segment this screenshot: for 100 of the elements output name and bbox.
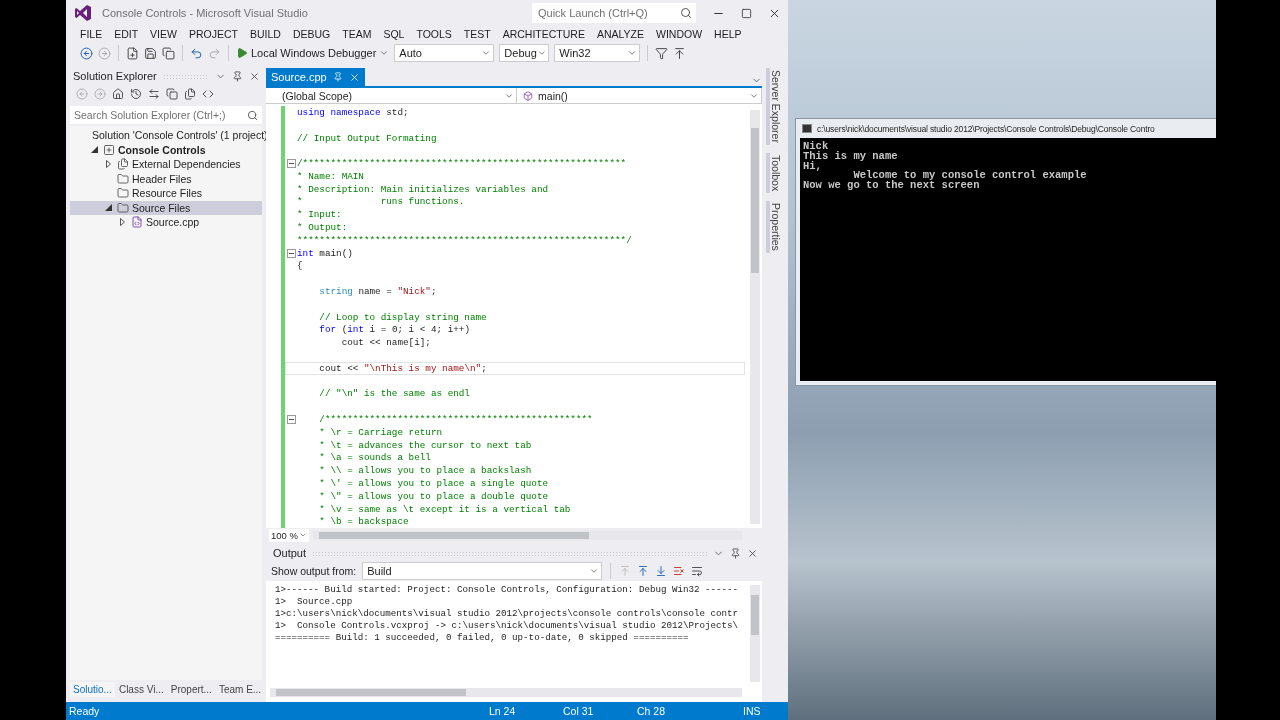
- method-icon: [523, 90, 534, 101]
- caret-icon[interactable]: [481, 48, 492, 58]
- zoom-dropdown[interactable]: 100 %: [269, 528, 309, 542]
- menu-item[interactable]: SQL: [377, 28, 411, 40]
- panel-tab[interactable]: Class Vi...: [115, 681, 167, 697]
- code-line: * \v = same as \t except it is a vertical tab: [318, 503, 571, 515]
- code-line: // "\n" is the same as endl: [318, 388, 470, 400]
- tree-item[interactable]: Source Files: [70, 200, 262, 215]
- code-line: {: [297, 260, 303, 272]
- pane-title: Output: [273, 547, 307, 559]
- clear-all-icon[interactable]: [673, 565, 686, 577]
- insert-mode: INS: [743, 705, 762, 717]
- output-line: 1>------ Build started: Project: Console Controls, Configuration: Debug Win32 ------: [275, 584, 740, 596]
- tree-item[interactable]: Header Files: [70, 171, 262, 186]
- panel-tab[interactable]: Solutio...: [70, 681, 115, 697]
- pin-icon[interactable]: [232, 70, 243, 82]
- save-icon[interactable]: [144, 46, 157, 60]
- toolbar-dropdown[interactable]: Auto: [394, 44, 495, 62]
- funnel-icon[interactable]: [655, 46, 669, 60]
- console-title: c:\users\nick\documents\visual studio 2012\Projects\Console Controls\Debug\Console Contro: [817, 123, 1155, 134]
- code-line: for (int i = 0; i < 4; i++): [318, 324, 470, 336]
- code-icon[interactable]: [202, 88, 214, 100]
- folder-icon: [117, 201, 129, 214]
- undo-icon[interactable]: [190, 46, 203, 60]
- start-debugger-button[interactable]: Local Windows Debugger: [236, 47, 390, 59]
- menu-item[interactable]: TOOLS: [410, 28, 458, 40]
- sync-icon[interactable]: [148, 88, 160, 100]
- panel-tab[interactable]: Propert...: [167, 681, 215, 697]
- quick-launch-field[interactable]: Quick Launch (Ctrl+Q): [532, 3, 696, 23]
- menu-item[interactable]: PROJECT: [182, 28, 244, 40]
- code-line: * Description: Main initializes variables and: [297, 183, 549, 195]
- side-tab[interactable]: Properties: [766, 201, 782, 253]
- menu-item[interactable]: TEST: [457, 28, 497, 40]
- back-icon[interactable]: [80, 46, 93, 60]
- menu-item[interactable]: EDIT: [108, 28, 145, 40]
- member-dropdown[interactable]: main(): [517, 88, 762, 103]
- output-source-dropdown[interactable]: Build: [362, 562, 603, 580]
- tree-item[interactable]: External Dependencies: [70, 157, 262, 172]
- arrow-down-icon[interactable]: [655, 565, 668, 577]
- collapse-all-icon[interactable]: [166, 88, 178, 100]
- pin-icon[interactable]: [332, 72, 343, 82]
- menu-item[interactable]: VIEW: [144, 28, 183, 40]
- field-label: Show output from:: [271, 565, 357, 577]
- new-file-icon[interactable]: [126, 46, 139, 60]
- vertical-scrollbar[interactable]: [750, 110, 760, 524]
- menu-item[interactable]: ANALYZE: [590, 28, 651, 40]
- caret-icon[interactable]: [589, 566, 600, 576]
- collapsed-arrow-icon[interactable]: [119, 218, 125, 227]
- close-icon[interactable]: [249, 70, 260, 82]
- vertical-scrollbar[interactable]: [750, 585, 760, 682]
- panel-tab[interactable]: Team E...: [215, 681, 265, 697]
- tree-item[interactable]: Resource Files: [70, 186, 262, 201]
- home-icon[interactable]: [112, 88, 124, 100]
- tree-item[interactable]: Console Controls: [70, 142, 262, 157]
- code-line: /**********************************************************: [297, 158, 627, 170]
- menu-item[interactable]: ARCHITECTURE: [496, 28, 591, 40]
- menu-item[interactable]: HELP: [708, 28, 748, 40]
- menu-item[interactable]: FILE: [74, 28, 109, 40]
- collapse-icon[interactable]: [287, 248, 296, 258]
- console-line: This is my name: [803, 151, 899, 162]
- search-icon[interactable]: [247, 109, 258, 121]
- expanded-arrow-icon[interactable]: [90, 146, 98, 154]
- document-tab[interactable]: Source.cpp: [266, 68, 365, 86]
- show-all-files-icon[interactable]: [184, 88, 196, 100]
- menu-item[interactable]: BUILD: [243, 28, 287, 40]
- arrow-up-icon[interactable]: [637, 565, 650, 577]
- word-wrap-icon[interactable]: [691, 565, 704, 577]
- search-field[interactable]: Search Solution Explorer (Ctrl+;): [70, 106, 262, 124]
- maximize-icon[interactable]: [740, 7, 752, 19]
- code-line: * \a = sounds a bell: [318, 452, 431, 464]
- collapse-icon[interactable]: [287, 159, 296, 169]
- caret-icon[interactable]: [379, 48, 390, 58]
- code-line: * Input:: [297, 209, 342, 221]
- caret-icon[interactable]: [627, 48, 638, 58]
- output-line: 1> Source.cpp: [275, 596, 354, 608]
- close-icon[interactable]: [747, 547, 758, 559]
- side-tab[interactable]: Server Explorer: [766, 68, 782, 145]
- arrow-up-icon[interactable]: [673, 46, 687, 60]
- search-icon[interactable]: [680, 7, 692, 19]
- code-file-icon: [131, 216, 143, 229]
- tree-item[interactable]: Source.cpp: [70, 215, 262, 230]
- collapsed-arrow-icon[interactable]: [105, 160, 111, 169]
- pane-title: Solution Explorer: [73, 70, 157, 82]
- toolbar-dropdown[interactable]: Win32: [554, 44, 641, 62]
- play-icon[interactable]: [236, 47, 248, 59]
- collapse-icon[interactable]: [287, 415, 296, 424]
- menu-item[interactable]: WINDOW: [650, 28, 709, 40]
- pin-icon[interactable]: [730, 547, 741, 559]
- scope-dropdown[interactable]: (Global Scope): [266, 88, 518, 103]
- menu-item[interactable]: DEBUG: [286, 28, 337, 40]
- save-all-icon[interactable]: [162, 46, 175, 60]
- horizontal-scrollbar[interactable]: [313, 530, 742, 540]
- toolbar-dropdown[interactable]: Debug: [499, 44, 550, 62]
- menu-item[interactable]: TEAM: [336, 28, 378, 40]
- history-icon[interactable]: [130, 88, 142, 100]
- expanded-arrow-icon[interactable]: [104, 204, 112, 212]
- caret-icon[interactable]: [299, 531, 307, 539]
- horizontal-scrollbar[interactable]: [270, 687, 742, 697]
- code-line: /************************************************: [318, 414, 593, 426]
- side-tab[interactable]: Toolbox: [766, 152, 782, 194]
